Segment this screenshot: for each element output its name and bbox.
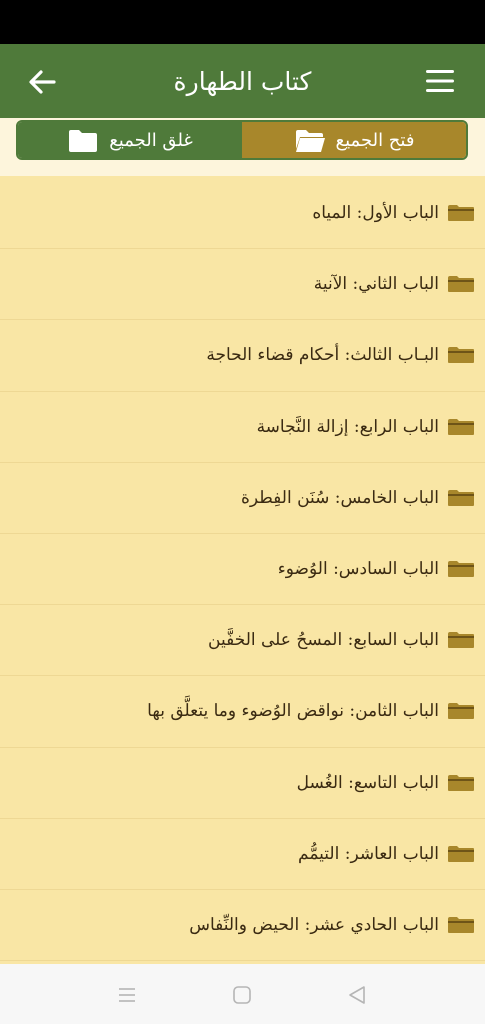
chapter-label: الباب السابع: المسحُ على الخفَّين [208,630,439,651]
chapter-label: الباب الخامس: سُنَن الفِطرة [240,487,439,508]
expand-all-button[interactable]: فتح الجميع [242,122,466,158]
chapter-item[interactable]: الباب الحادي عشر: الحيض والنِّفاس [0,890,485,962]
home-square-icon [233,986,251,1004]
chapter-item[interactable]: الباب الأول: المياه [0,178,485,250]
chapter-item[interactable]: الباب السابع: المسحُ على الخفَّين [0,605,485,677]
chapter-label: الباب الثامن: نواقض الوُضوء وما يتعلَّق … [147,701,439,722]
chapter-label: الباب الرابع: إزالة النَّجاسة [256,416,439,437]
chapter-item[interactable]: الباب التاسع: الغُسل [0,748,485,819]
back-triangle-icon [349,986,365,1004]
hamburger-menu-icon [426,70,454,92]
system-nav-bar [0,964,485,1024]
chapter-label: الباب الأول: المياه [312,203,439,224]
chapter-item[interactable]: الباب الخامس: سُنَن الفِطرة [0,463,485,534]
recents-icon [119,988,135,1002]
app-bar: كتاب الطهارة [0,44,485,118]
page-title: كتاب الطهارة [173,66,312,96]
chapter-item[interactable]: البـاب الثالث: أحكام قضاء الحاجة [0,320,485,392]
folder-closed-icon [69,130,98,152]
expand-collapse-group: غلق الجميع فتح الجميع [16,120,468,160]
back-button[interactable] [26,66,58,98]
folder-icon [448,347,474,364]
chapter-label: البـاب الثالث: أحكام قضاء الحاجة [206,345,439,366]
chapter-item[interactable]: الباب الرابع: إزالة النَّجاسة [0,392,485,463]
chapter-label: الباب السادس: الوُضوء [277,559,439,580]
chapter-item[interactable]: الباب العاشر: التيمُّم [0,819,485,890]
folder-icon [448,561,474,578]
arrow-left-icon [29,70,56,94]
folder-icon [448,703,474,720]
folder-icon [448,418,474,435]
chapter-list: الباب الأول: المياه الباب الثاني: الآنية… [0,178,485,964]
collapse-all-label: غلق الجميع [109,129,193,151]
folder-icon [448,774,474,791]
folder-icon [448,276,474,293]
chapter-label: الباب الحادي عشر: الحيض والنِّفاس [189,914,439,935]
folder-icon [448,489,474,506]
toggle-strip: غلق الجميع فتح الجميع [0,118,485,176]
folder-icon [448,845,474,862]
folder-icon [448,205,474,222]
folder-open-icon [295,130,325,152]
folder-icon [448,916,474,933]
collapse-all-button[interactable]: غلق الجميع [18,122,242,158]
chapter-item[interactable]: الباب الثامن: نواقض الوُضوء وما يتعلَّق … [0,676,485,748]
chapter-label: الباب العاشر: التيمُّم [298,843,439,864]
menu-button[interactable] [425,68,455,94]
home-button[interactable] [231,984,253,1006]
chapter-item[interactable]: الباب الثاني: الآنية [0,249,485,321]
back-nav-button[interactable] [346,984,368,1006]
folder-icon [448,632,474,649]
chapter-item[interactable]: الباب السادس: الوُضوء [0,534,485,606]
recents-button[interactable] [116,984,138,1006]
expand-all-label: فتح الجميع [335,129,415,151]
chapter-label: الباب التاسع: الغُسل [296,772,439,793]
status-bar [0,0,485,44]
chapter-label: الباب الثاني: الآنية [313,274,439,295]
